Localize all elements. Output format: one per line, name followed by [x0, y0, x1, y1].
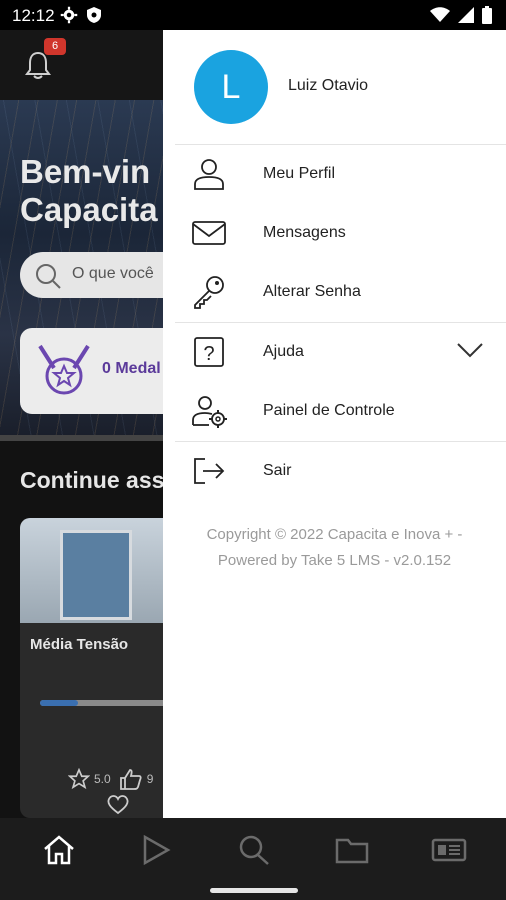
shield-icon — [87, 7, 101, 23]
copyright-line-1: Copyright © 2022 Capacita e Inova + - — [206, 526, 463, 543]
status-bar: 12:12 — [0, 0, 506, 30]
signal-icon — [458, 7, 474, 23]
menu-item-label: Meu Perfil — [263, 165, 336, 182]
navigation-drawer: L Luiz Otavio Meu Perfil Mensagens Alter… — [163, 30, 506, 818]
svg-text:?: ? — [203, 343, 214, 365]
menu-item-label: Mensagens — [263, 224, 346, 241]
avatar[interactable]: L — [194, 50, 268, 124]
heart-icon[interactable] — [106, 793, 130, 815]
copyright-line-2: Powered by Take 5 LMS - v2.0.152 — [217, 552, 452, 569]
menu-item-label: Painel de Controle — [263, 402, 395, 419]
menu-item-sair[interactable]: Sair — [163, 442, 506, 500]
continue-heading: Continue ass — [20, 467, 165, 493]
user-icon — [194, 159, 224, 190]
search-icon — [36, 264, 61, 289]
chevron-down-icon — [457, 343, 483, 358]
wifi-icon — [430, 7, 450, 22]
search-placeholder: O que você — [72, 265, 154, 282]
menu-item-painel-de-controle[interactable]: Painel de Controle — [163, 382, 506, 440]
likes-value: 9 — [146, 772, 154, 786]
course-rating: 5.0 9 — [68, 768, 153, 790]
news-icon[interactable] — [431, 834, 467, 866]
play-icon[interactable] — [141, 834, 171, 866]
copyright-text: Copyright © 2022 Capacita e Inova + - Po… — [163, 522, 506, 574]
user-settings-icon — [192, 396, 227, 428]
help-icon: ? — [194, 337, 224, 367]
key-icon — [194, 276, 224, 309]
course-title: Média Tensão — [30, 636, 129, 653]
home-icon[interactable] — [42, 834, 76, 866]
rating-value: 5.0 — [94, 772, 111, 786]
status-left-icons — [60, 6, 102, 24]
welcome-line-1: Bem-vin — [20, 153, 151, 190]
menu-item-label: Alterar Senha — [263, 283, 361, 300]
star-icon — [68, 768, 90, 790]
search-icon[interactable] — [237, 834, 271, 866]
medals-text: 0 Medal — [102, 360, 161, 377]
gesture-home-bar[interactable] — [210, 888, 298, 893]
settings-gear-icon — [60, 6, 78, 24]
notification-badge: 6 — [44, 38, 66, 55]
course-progress-fill — [40, 700, 79, 706]
medal-icon — [38, 344, 90, 395]
thumbs-up-icon — [119, 769, 142, 790]
menu-item-ajuda[interactable]: ? Ajuda — [163, 323, 506, 381]
welcome-line-2: Capacita — [20, 191, 158, 228]
menu-item-label: Sair — [263, 462, 292, 479]
user-name: Luiz Otavio — [288, 77, 369, 94]
menu-item-label: Ajuda — [263, 343, 304, 360]
battery-icon — [482, 6, 492, 24]
menu-item-alterar-senha[interactable]: Alterar Senha — [163, 263, 506, 321]
menu-item-mensagens[interactable]: Mensagens — [163, 204, 506, 262]
cabinet-graphic — [60, 530, 132, 620]
status-right-icons — [430, 6, 492, 24]
status-time: 12:12 — [12, 6, 55, 25]
folder-icon[interactable] — [335, 834, 369, 866]
welcome-text: Bem-vin Capacita — [20, 153, 158, 229]
logout-icon — [194, 458, 225, 484]
envelope-icon — [192, 221, 226, 245]
menu-item-meu-perfil[interactable]: Meu Perfil — [163, 145, 506, 203]
